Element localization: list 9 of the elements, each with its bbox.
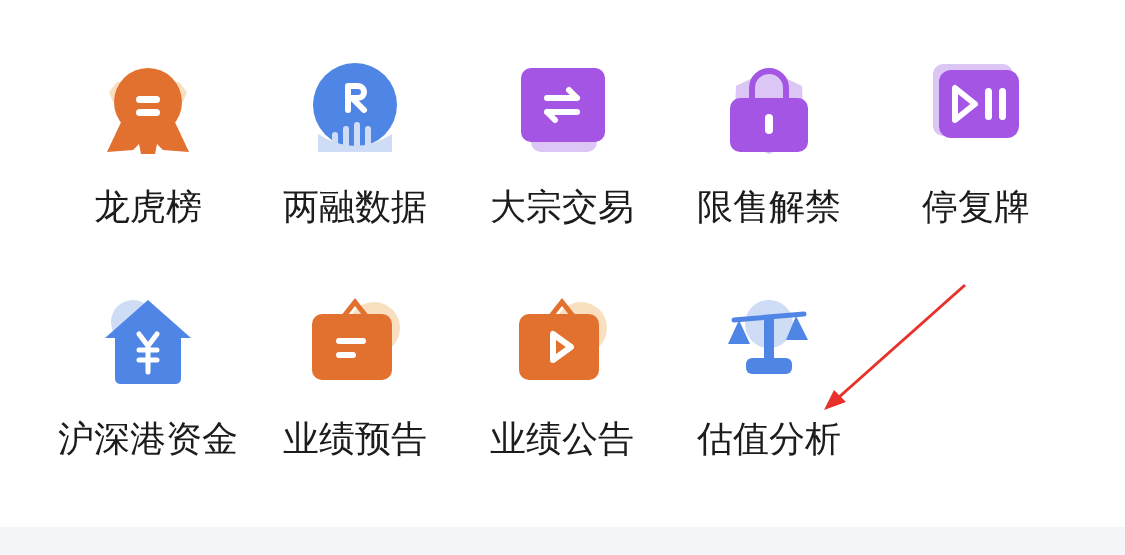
- feature-label[interactable]: 沪深港资金: [57, 418, 238, 460]
- feature-label[interactable]: 估值分析: [696, 418, 841, 460]
- feature-label[interactable]: 限售解禁: [696, 186, 841, 228]
- feature-label[interactable]: 业绩预告: [282, 418, 427, 460]
- feature-label[interactable]: 两融数据: [282, 186, 427, 228]
- feature-label[interactable]: 业绩公告: [489, 418, 634, 460]
- feature-label[interactable]: 大宗交易: [489, 186, 634, 228]
- feature-label[interactable]: 龙虎榜: [93, 186, 202, 228]
- feature-label[interactable]: 停复牌: [921, 186, 1030, 228]
